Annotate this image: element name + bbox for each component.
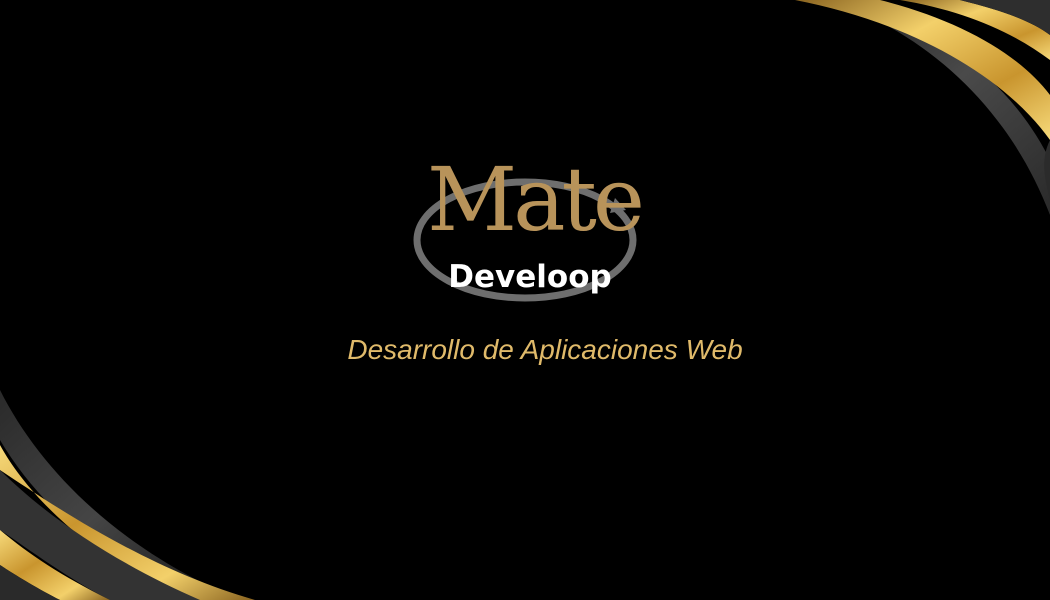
tagline: Desarrollo de Aplicaciones Web [347, 334, 743, 365]
logo-primary-word: Mate [426, 148, 645, 251]
brand-logo: Mate Develoop [380, 150, 680, 310]
logo-secondary-word: Develoop [448, 259, 612, 295]
slide-canvas: Mate Develoop Desarrollo de Aplicaciones… [0, 0, 1050, 600]
